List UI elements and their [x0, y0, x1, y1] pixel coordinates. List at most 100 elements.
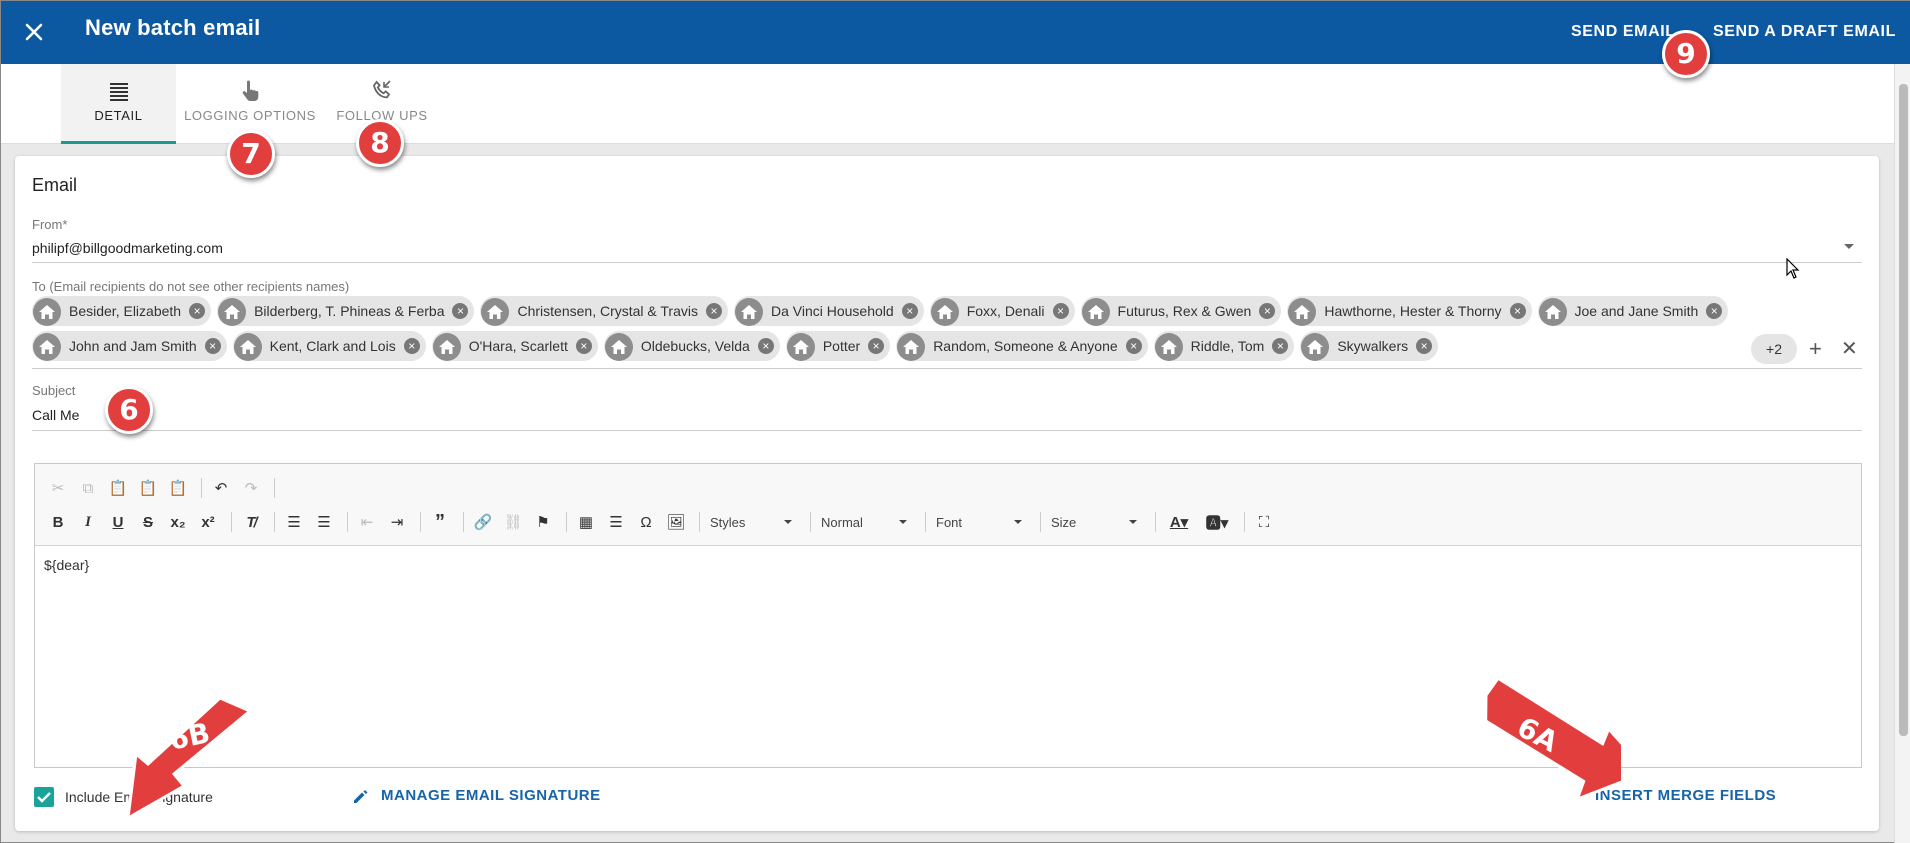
- unlink-icon[interactable]: ⛓: [500, 509, 526, 535]
- scrollbar-thumb[interactable]: [1899, 84, 1908, 736]
- home-icon: [432, 332, 461, 361]
- blockquote-icon[interactable]: ”: [427, 509, 453, 535]
- format-combo[interactable]: Normal: [817, 510, 911, 534]
- editor-toolbar: ✂ ⧉ 📋 📋 📋 ↶ ↷ B I U S x₂ x² T̸ ☰ ☰ ⇤ ⇥ ”…: [35, 464, 1861, 546]
- recipient-name: Christensen, Crystal & Travis: [517, 303, 698, 319]
- outdent-icon[interactable]: ⇤: [354, 509, 380, 535]
- from-field[interactable]: philipf@billgoodmarketing.com: [32, 240, 223, 256]
- bold-icon[interactable]: B: [45, 509, 71, 535]
- recipient-name: Skywalkers: [1337, 338, 1409, 354]
- more-recipients-chip[interactable]: +2: [1751, 334, 1797, 364]
- remove-recipient-icon[interactable]: ×: [705, 303, 722, 319]
- recipient-chip[interactable]: Kent, Clark and Lois ×: [232, 331, 426, 361]
- recipient-chip[interactable]: Joe and Jane Smith ×: [1537, 296, 1729, 326]
- clear-recipients-icon[interactable]: ✕: [1841, 334, 1858, 364]
- numbered-list-icon[interactable]: ☰: [281, 509, 307, 535]
- cut-icon[interactable]: ✂: [45, 475, 71, 501]
- remove-recipient-icon[interactable]: ×: [901, 303, 918, 319]
- recipient-chip[interactable]: Futurus, Rex & Gwen ×: [1080, 296, 1282, 326]
- redo-icon[interactable]: ↷: [238, 475, 264, 501]
- paste-icon[interactable]: 📋: [105, 475, 131, 501]
- indent-icon[interactable]: ⇥: [384, 509, 410, 535]
- font-combo[interactable]: Font: [932, 510, 1026, 534]
- manage-signature-link[interactable]: MANAGE EMAIL SIGNATURE: [381, 787, 601, 804]
- recipient-chip[interactable]: Potter ×: [785, 331, 891, 361]
- bulleted-list-icon[interactable]: ☰: [311, 509, 337, 535]
- recipient-chip[interactable]: Bilderberg, T. Phineas & Ferba ×: [217, 296, 475, 326]
- undo-icon[interactable]: ↶: [208, 475, 234, 501]
- recipient-name: John and Jam Smith: [69, 338, 197, 354]
- pencil-icon[interactable]: [351, 786, 371, 806]
- remove-recipient-icon[interactable]: ×: [1509, 303, 1526, 319]
- remove-recipient-icon[interactable]: ×: [1272, 338, 1289, 354]
- editor-content[interactable]: ${dear}: [44, 557, 89, 573]
- remove-recipient-icon[interactable]: ×: [403, 338, 420, 354]
- remove-recipient-icon[interactable]: ×: [1052, 303, 1069, 319]
- insert-merge-fields-link[interactable]: INSERT MERGE FIELDS: [1595, 787, 1776, 804]
- annotation-badge-9: 9: [1662, 30, 1710, 78]
- subscript-icon[interactable]: x₂: [165, 509, 191, 535]
- recipient-chip[interactable]: O'Hara, Scarlett ×: [431, 331, 598, 361]
- text-color-icon[interactable]: A▾: [1162, 509, 1196, 535]
- special-char-icon[interactable]: Ω: [633, 509, 659, 535]
- remove-recipient-icon[interactable]: ×: [1259, 303, 1276, 319]
- home-icon: [930, 297, 959, 326]
- app-window: New batch email SEND EMAIL SEND A DRAFT …: [0, 0, 1910, 843]
- recipient-name: Potter: [822, 338, 861, 354]
- paste-text-icon[interactable]: 📋: [135, 475, 161, 501]
- close-icon[interactable]: [20, 18, 48, 46]
- chevron-down-icon[interactable]: [1844, 244, 1854, 249]
- annotation-badge-6: 6: [105, 386, 153, 434]
- recipient-chip[interactable]: Besider, Elizabeth ×: [32, 296, 212, 326]
- remove-recipient-icon[interactable]: ×: [575, 338, 592, 354]
- recipient-chip[interactable]: Da Vinci Household ×: [733, 296, 924, 326]
- remove-recipient-icon[interactable]: ×: [868, 338, 885, 354]
- remove-recipient-icon[interactable]: ×: [189, 303, 206, 319]
- to-underline: [32, 368, 1862, 369]
- recipient-chip-list: Besider, Elizabeth × Bilderberg, T. Phinea…: [32, 296, 1752, 366]
- italic-icon[interactable]: I: [75, 509, 101, 535]
- recipient-chip[interactable]: Skywalkers ×: [1300, 331, 1439, 361]
- annotation-arrow-6a: 6A: [1431, 656, 1651, 826]
- remove-recipient-icon[interactable]: ×: [452, 303, 469, 319]
- tab-detail[interactable]: DETAIL: [61, 64, 176, 144]
- remove-recipient-icon[interactable]: ×: [1706, 303, 1723, 319]
- maximize-icon[interactable]: ⛶: [1251, 509, 1277, 535]
- recipient-chip[interactable]: John and Jam Smith ×: [32, 331, 227, 361]
- remove-recipient-icon[interactable]: ×: [757, 338, 774, 354]
- size-combo[interactable]: Size: [1047, 510, 1141, 534]
- image-icon[interactable]: 🖼: [663, 509, 689, 535]
- recipient-chip[interactable]: Oldebucks, Velda ×: [603, 331, 780, 361]
- recipient-chip[interactable]: Foxx, Denali ×: [929, 296, 1075, 326]
- recipient-name: Random, Someone & Anyone: [933, 338, 1118, 354]
- to-label: To (Email recipients do not see other re…: [32, 279, 350, 294]
- strikethrough-icon[interactable]: S: [135, 509, 161, 535]
- table-icon[interactable]: ▦: [573, 509, 599, 535]
- remove-recipient-icon[interactable]: ×: [1125, 338, 1142, 354]
- background-color-icon[interactable]: 🅰▾: [1200, 509, 1234, 535]
- clear-format-icon[interactable]: T̸: [238, 509, 264, 535]
- add-recipient-icon[interactable]: +: [1809, 334, 1822, 364]
- paste-word-icon[interactable]: 📋: [165, 475, 191, 501]
- recipient-chip[interactable]: Christensen, Crystal & Travis ×: [480, 296, 728, 326]
- recipient-chip[interactable]: Random, Someone & Anyone ×: [896, 331, 1148, 361]
- copy-icon[interactable]: ⧉: [75, 475, 101, 501]
- send-draft-email-button[interactable]: SEND A DRAFT EMAIL: [1713, 23, 1896, 41]
- superscript-icon[interactable]: x²: [195, 509, 221, 535]
- subject-field[interactable]: Call Me: [32, 407, 79, 423]
- tab-label: DETAIL: [94, 108, 143, 123]
- annotation-badge-8: 8: [356, 119, 404, 167]
- vertical-scrollbar[interactable]: [1894, 64, 1910, 843]
- send-email-button[interactable]: SEND EMAIL: [1571, 23, 1676, 41]
- recipient-chip[interactable]: Hawthorne, Hester & Thorny ×: [1287, 296, 1532, 326]
- anchor-flag-icon[interactable]: ⚑: [530, 509, 556, 535]
- include-signature-checkbox[interactable]: [34, 787, 54, 807]
- styles-combo[interactable]: Styles: [706, 510, 796, 534]
- recipient-chip[interactable]: Riddle, Tom ×: [1153, 331, 1295, 361]
- remove-recipient-icon[interactable]: ×: [1416, 338, 1433, 354]
- horizontal-line-icon[interactable]: ☰: [603, 509, 629, 535]
- remove-recipient-icon[interactable]: ×: [204, 338, 221, 354]
- link-icon[interactable]: 🔗: [470, 509, 496, 535]
- underline-icon[interactable]: U: [105, 509, 131, 535]
- home-icon: [897, 332, 926, 361]
